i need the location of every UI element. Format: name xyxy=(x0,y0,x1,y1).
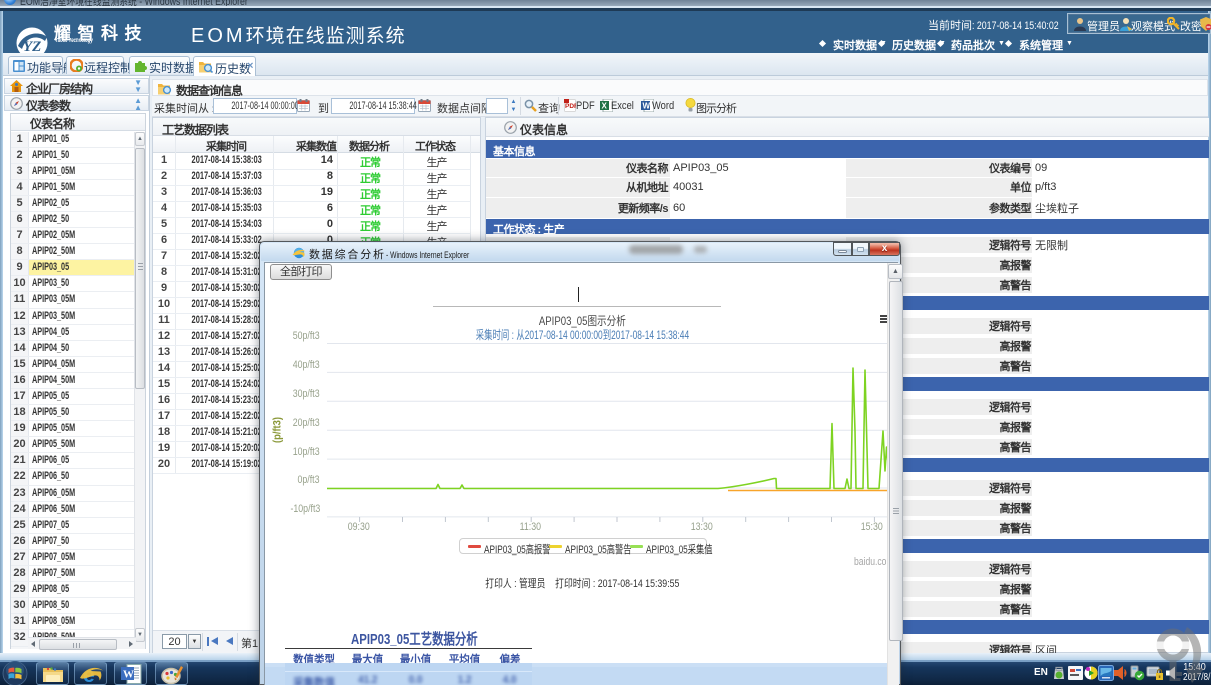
svg-text:X: X xyxy=(602,102,608,111)
svg-text:W: W xyxy=(643,102,651,111)
svg-text:PDF: PDF xyxy=(565,103,576,110)
svg-text:W: W xyxy=(123,669,134,681)
